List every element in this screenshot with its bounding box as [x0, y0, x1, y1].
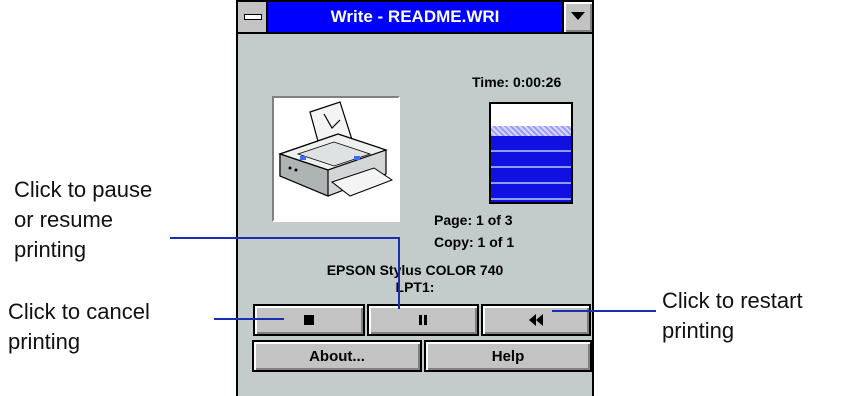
about-button[interactable]: About...: [252, 340, 422, 372]
restart-callout: Click to restart printing: [662, 286, 803, 346]
restart-button[interactable]: [481, 304, 591, 336]
printer-port: LPT1:: [395, 279, 435, 295]
printer-icon: [278, 101, 394, 197]
window-title: Write - README.WRI: [330, 7, 500, 26]
printer-name: EPSON Stylus COLOR 740: [326, 262, 504, 278]
restart-callout-line-1: Click to restart: [662, 288, 803, 313]
page-count: Page: 1 of 3: [434, 212, 513, 228]
printer-image: [272, 96, 400, 222]
pause-callout-line-1: Click to pause: [14, 177, 153, 202]
copy-count: Copy: 1 of 1: [434, 234, 515, 250]
about-button-label: About...: [309, 347, 365, 365]
pause-icon: [419, 315, 427, 325]
system-menu-button[interactable]: [238, 2, 268, 32]
cancel-callout: Click to cancel printing: [8, 297, 150, 357]
cancel-button[interactable]: [253, 304, 365, 336]
progress-fill: [491, 136, 571, 202]
print-progress-bar: [489, 102, 573, 204]
chevron-down-icon: [571, 12, 585, 20]
cancel-callout-line-1: Click to cancel: [8, 299, 150, 324]
pause-leader-line: [170, 237, 400, 239]
pause-callout-line-2: or resume: [14, 207, 114, 232]
restart-callout-line-2: printing: [662, 318, 735, 343]
restart-leader-line: [552, 310, 656, 312]
stop-icon: [304, 315, 314, 325]
progress-current-segment: [491, 126, 571, 136]
elapsed-time: Time: 0:00:26: [472, 74, 562, 90]
pause-callout: Click to pause or resume printing: [14, 175, 152, 265]
pause-button[interactable]: [367, 304, 479, 336]
cancel-callout-line-2: printing: [8, 329, 81, 354]
print-status-window: Write - README.WRI Time: 0:00:26 Page: 1…: [236, 0, 594, 396]
help-button[interactable]: Help: [424, 340, 592, 372]
help-button-label: Help: [491, 347, 525, 365]
rewind-icon: [529, 314, 543, 326]
cancel-leader-line: [214, 318, 284, 320]
pause-callout-line-3: printing: [14, 237, 87, 262]
system-menu-icon: [244, 14, 262, 20]
minimize-button[interactable]: [562, 2, 592, 32]
pause-leader-drop: [398, 237, 400, 309]
title-bar: Write - README.WRI: [238, 2, 592, 34]
